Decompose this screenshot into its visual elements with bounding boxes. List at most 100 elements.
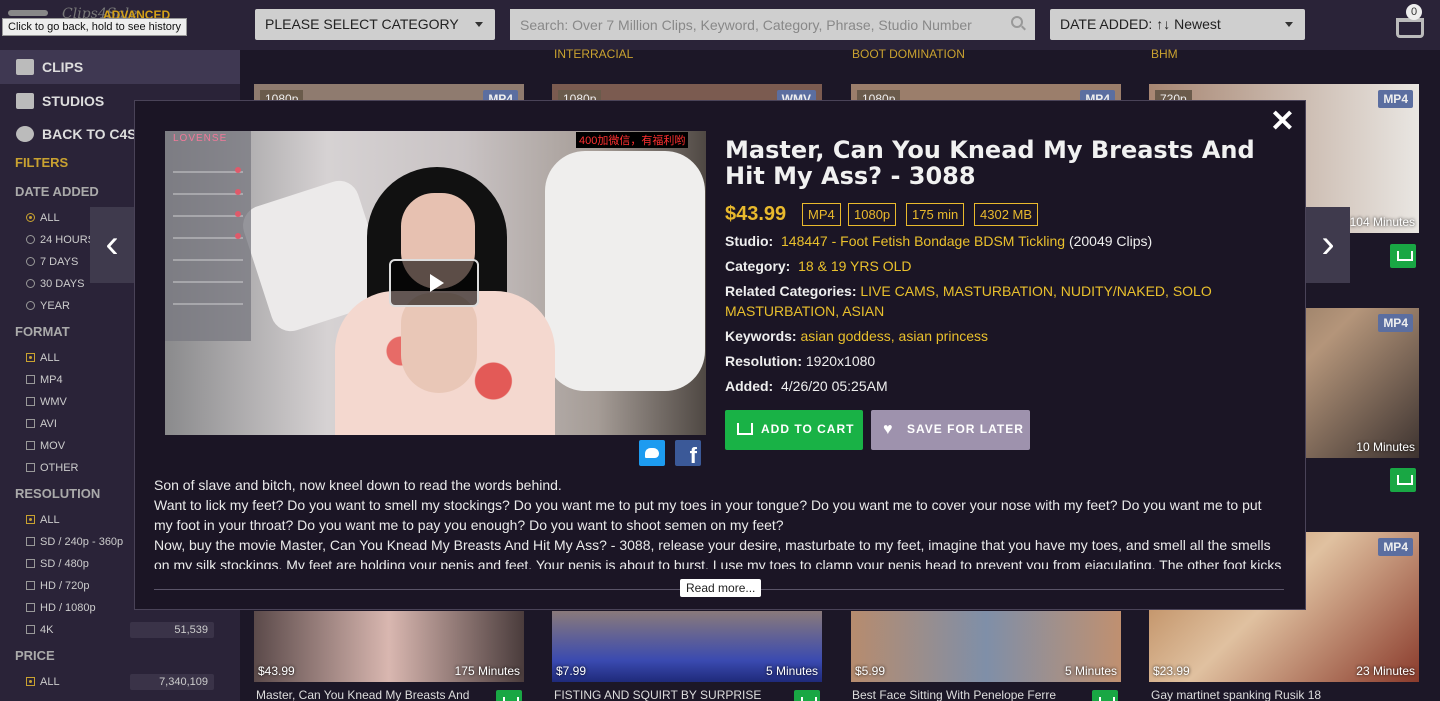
- category-link[interactable]: 18 & 19 YRS OLD: [798, 258, 911, 274]
- clip-title[interactable]: Best Face Sitting With Penelope Ferre: [852, 688, 1082, 701]
- checkbox-icon: [26, 353, 35, 362]
- checkbox-icon: [26, 419, 35, 428]
- resolution-value: 1920x1080: [805, 353, 876, 369]
- add-to-cart-icon[interactable]: [496, 690, 522, 701]
- price-all-count: 7,340,109: [130, 674, 214, 690]
- clip-card[interactable]: $5.99 5 Minutes: [851, 611, 1121, 682]
- duration-label: 175 Minutes: [454, 664, 520, 678]
- heart-icon: ♥: [883, 421, 894, 438]
- video-player[interactable]: LOVENSE 400加微信，有福利哟: [165, 131, 706, 435]
- facebook-share-icon[interactable]: f: [675, 440, 701, 468]
- option-label: OTHER: [40, 462, 79, 474]
- format-badge: MP4: [1378, 314, 1413, 332]
- option-label: ALL: [40, 352, 60, 364]
- duration-tag: 175 min: [906, 203, 965, 226]
- next-clip-button[interactable]: ›: [1306, 207, 1350, 283]
- video-overlay-panel: LOVENSE: [165, 131, 251, 341]
- search-icon[interactable]: [1011, 16, 1023, 28]
- clip-card[interactable]: 1080p WMV: [552, 84, 822, 100]
- duration-label: 23 Minutes: [1356, 664, 1415, 678]
- column-label: BHM: [1151, 47, 1178, 61]
- sidebar-item-clips[interactable]: CLIPS: [0, 50, 240, 84]
- search-input[interactable]: [510, 9, 1035, 40]
- back-tooltip: Click to go back, hold to see history: [2, 18, 188, 36]
- video-frame-detail: [545, 151, 705, 391]
- format-badge: MP4: [1378, 538, 1413, 556]
- studio-count: (20049 Clips): [1068, 233, 1153, 249]
- studio-link[interactable]: 148447 - Foot Fetish Bondage BDSM Tickli…: [781, 233, 1065, 249]
- option-label: ALL: [40, 514, 60, 526]
- column-label: BOOT DOMINATION: [852, 47, 965, 61]
- clip-card[interactable]: 1080p MP4: [254, 84, 524, 100]
- price-heading: PRICE: [15, 648, 55, 663]
- price-label: $43.99: [258, 664, 295, 678]
- option-label: SD / 240p - 360p: [40, 536, 124, 548]
- add-to-cart-icon[interactable]: [1390, 468, 1416, 492]
- radio-icon: [26, 301, 35, 310]
- category-select-label: PLEASE SELECT CATEGORY: [265, 16, 459, 32]
- video-frame-detail: [401, 293, 477, 393]
- resolution-row: Resolution: 1920x1080: [725, 351, 1285, 371]
- user-icon: [16, 93, 34, 109]
- option-label: 30 DAYS: [40, 278, 85, 290]
- clip-preview-modal: ✕ LOVENSE 400加微信，有福利哟 f Master, Can You …: [134, 100, 1306, 610]
- radio-icon: [26, 235, 35, 244]
- clip-card[interactable]: $7.99 5 Minutes: [552, 611, 822, 682]
- clip-description: Son of slave and bitch, now kneel down t…: [154, 475, 1284, 569]
- cart-icon: [1396, 18, 1424, 38]
- panel-dot: [235, 167, 241, 173]
- option-label: HD / 1080p: [40, 602, 96, 614]
- radio-icon: [26, 257, 35, 266]
- panel-row: [173, 193, 243, 195]
- checkbox-icon: [26, 515, 35, 524]
- column-label: INTERRACIAL: [554, 47, 634, 61]
- clip-title[interactable]: FISTING AND SQUIRT BY SURPRISE: [554, 688, 784, 701]
- logo-area: Clips4Sale ADVANCED Click to go back, ho…: [0, 0, 240, 50]
- panel-dot: [235, 189, 241, 195]
- panel-row: [173, 171, 243, 173]
- clip-title: Master, Can You Knead My Breasts And Hit…: [725, 136, 1255, 190]
- radio-icon: [26, 279, 35, 288]
- clip-title[interactable]: Master, Can You Knead My Breasts And: [256, 688, 486, 701]
- filesize-tag: 4302 MB: [974, 203, 1039, 226]
- top-bar: Clips4Sale ADVANCED Click to go back, ho…: [0, 0, 1440, 50]
- panel-row: [173, 259, 243, 261]
- add-to-cart-icon[interactable]: [1092, 690, 1118, 701]
- add-to-cart-button[interactable]: ADD TO CART: [725, 410, 863, 450]
- resolution-badge: 1080p: [260, 90, 304, 100]
- panel-row: [173, 215, 243, 217]
- duration-label: 5 Minutes: [1064, 664, 1117, 678]
- studio-row: Studio: 148447 - Foot Fetish Bondage BDS…: [725, 231, 1285, 251]
- clip-card[interactable]: $43.99 175 Minutes: [254, 611, 524, 682]
- related-categories-row: Related Categories: LIVE CAMS, MASTURBAT…: [725, 281, 1285, 321]
- radio-icon: [26, 213, 35, 222]
- option-label: HD / 720p: [40, 580, 90, 592]
- price-label: $7.99: [556, 664, 587, 678]
- play-button[interactable]: [389, 259, 479, 307]
- duration-label: 10 Minutes: [1356, 440, 1415, 454]
- checkbox-icon: [26, 375, 35, 384]
- add-to-cart-label: ADD TO CART: [761, 422, 855, 436]
- sort-select[interactable]: DATE ADDED: ↑↓ Newest: [1050, 9, 1305, 40]
- keyword-links[interactable]: asian goddess, asian princess: [800, 328, 988, 344]
- option-label: MP4: [40, 374, 63, 386]
- video-overlay-text: 400加微信，有福利哟: [576, 132, 689, 148]
- clip-card[interactable]: 1080p MP4: [851, 84, 1121, 100]
- checkbox-icon: [26, 537, 35, 546]
- twitter-share-icon[interactable]: [639, 440, 665, 466]
- close-icon[interactable]: ✕: [1270, 107, 1295, 137]
- menu-icon[interactable]: [8, 10, 48, 16]
- duration-label: 5 Minutes: [765, 664, 818, 678]
- prev-clip-button[interactable]: ‹: [90, 207, 134, 283]
- category-select[interactable]: PLEASE SELECT CATEGORY: [255, 9, 495, 40]
- add-to-cart-icon[interactable]: [794, 690, 820, 701]
- duration-label: 104 Minutes: [1349, 215, 1415, 229]
- arrow-left-icon: [16, 126, 34, 142]
- cart-button[interactable]: 0: [1392, 4, 1432, 46]
- keywords-row: Keywords: asian goddess, asian princess: [725, 326, 1285, 346]
- read-more-button[interactable]: Read more...: [680, 579, 762, 597]
- clip-title[interactable]: Gay martinet spanking Rusik 18: [1151, 688, 1381, 701]
- save-for-later-button[interactable]: ♥ SAVE FOR LATER: [871, 410, 1030, 450]
- format-heading: FORMAT: [15, 324, 70, 339]
- add-to-cart-icon[interactable]: [1390, 244, 1416, 268]
